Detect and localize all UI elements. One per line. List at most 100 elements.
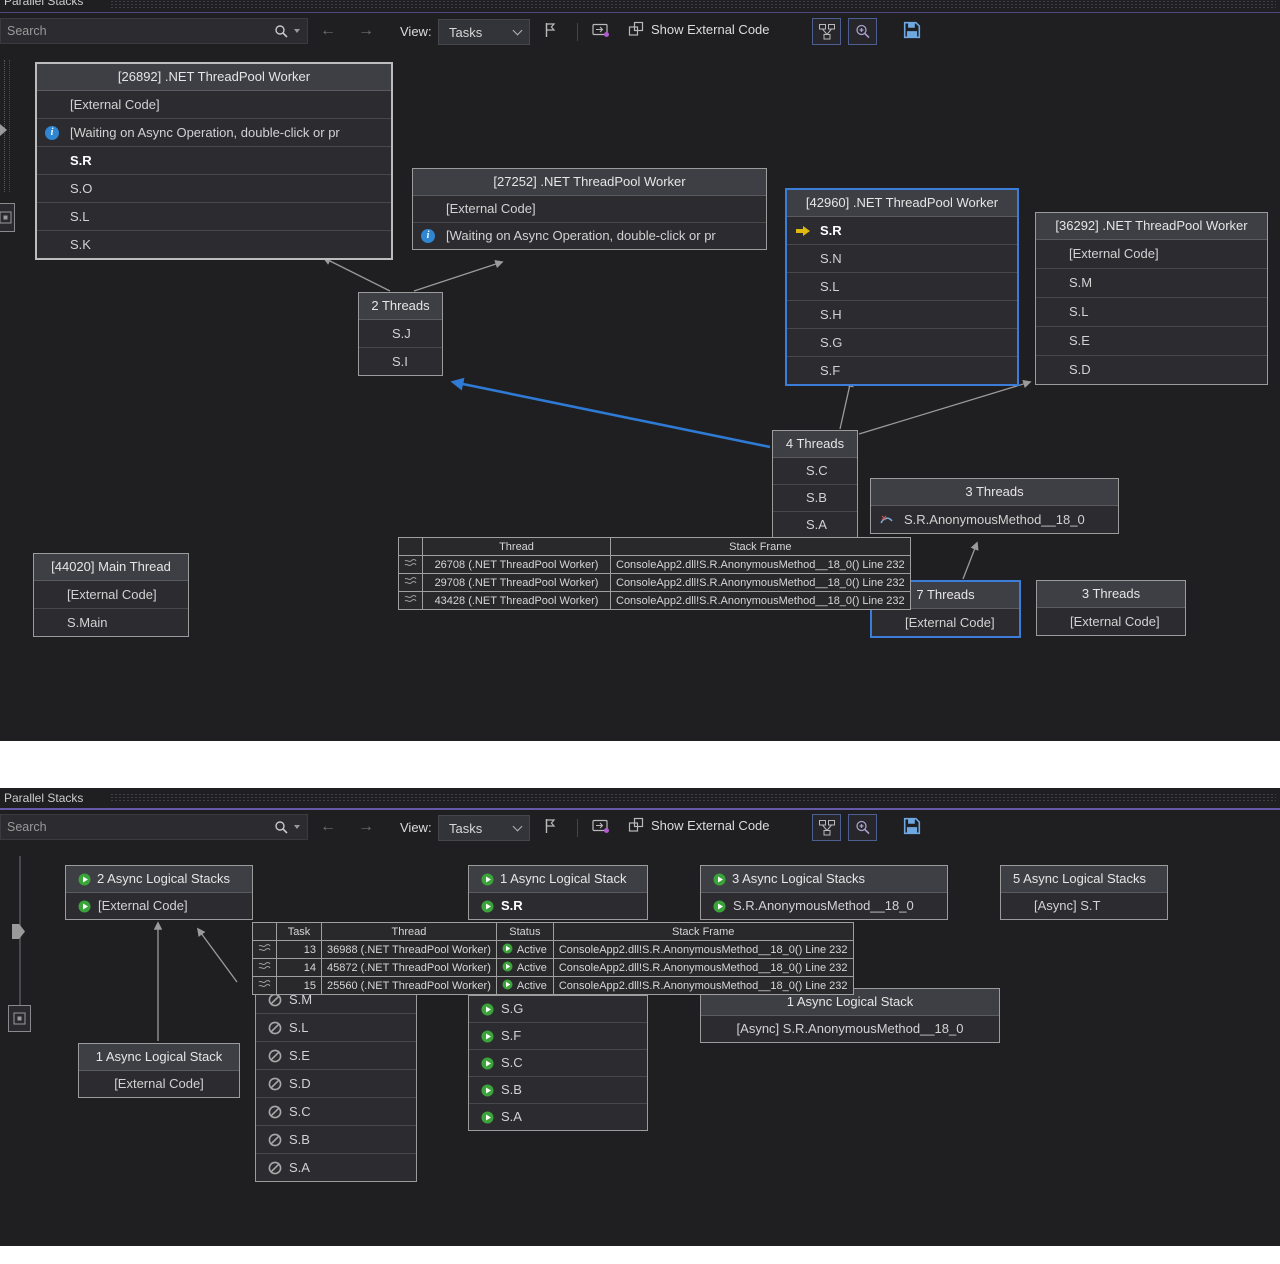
async-node-blocked-frames[interactable]: S.M S.L S.E S.D S.C S.B S.A bbox=[255, 985, 417, 1182]
thread-node-42960-selected[interactable]: [42960] .NET ThreadPool Worker S.R S.N S… bbox=[785, 188, 1019, 386]
node-header[interactable]: [42960] .NET ThreadPool Worker bbox=[787, 190, 1017, 217]
stack-frame-row[interactable]: S.E bbox=[256, 1042, 416, 1070]
back-button[interactable]: ← bbox=[320, 20, 336, 42]
stack-view-button[interactable] bbox=[592, 22, 610, 38]
node-header[interactable]: 4 Threads bbox=[773, 431, 857, 458]
forward-button[interactable]: → bbox=[358, 20, 374, 42]
stack-frame-row[interactable]: S.O bbox=[37, 175, 391, 203]
stack-frame-row[interactable]: [External Code] bbox=[34, 581, 188, 609]
stack-frame-row[interactable]: S.C bbox=[469, 1050, 647, 1077]
stack-frame-row[interactable]: S.B bbox=[773, 485, 857, 512]
stack-frame-row[interactable]: S.R bbox=[37, 147, 391, 175]
thread-node-27252[interactable]: [27252] .NET ThreadPool Worker [External… bbox=[412, 168, 767, 250]
node-header[interactable]: [26892] .NET ThreadPool Worker bbox=[37, 64, 391, 91]
save-button[interactable] bbox=[903, 21, 921, 39]
thread-group-node-4-threads[interactable]: 4 Threads S.C S.B S.A bbox=[772, 430, 858, 539]
thread-group-node-3-threads-ext[interactable]: 3 Threads [External Code] bbox=[1036, 580, 1186, 636]
stack-frame-row[interactable]: S.D bbox=[256, 1070, 416, 1098]
flag-button[interactable] bbox=[543, 818, 558, 834]
async-node-active-frames[interactable]: S.G S.F S.C S.B S.A bbox=[468, 995, 648, 1131]
stack-frame-row[interactable]: S.B bbox=[469, 1077, 647, 1104]
stack-frame-row[interactable]: S.R bbox=[469, 893, 647, 919]
show-external-code-toggle[interactable]: Show External Code bbox=[628, 817, 770, 833]
current-stack-frame-row[interactable]: S.R bbox=[787, 217, 1017, 245]
stack-frame-row[interactable]: [External Code] bbox=[66, 893, 252, 919]
birdseye-button[interactable] bbox=[8, 1005, 31, 1032]
stack-frame-row[interactable]: S.A bbox=[773, 512, 857, 538]
show-external-code-toggle[interactable]: Show External Code bbox=[628, 21, 770, 37]
stack-frame-row[interactable]: S.L bbox=[37, 203, 391, 231]
stack-view-button[interactable] bbox=[592, 818, 610, 834]
view-dropdown[interactable]: Tasks bbox=[438, 815, 530, 841]
methods-view-toggle[interactable] bbox=[812, 18, 841, 45]
stack-frame-row[interactable]: S.G bbox=[787, 329, 1017, 357]
stack-frame-row[interactable]: S.Main bbox=[34, 609, 188, 636]
stack-frame-row[interactable]: S.I bbox=[359, 348, 442, 375]
zoom-search-toggle[interactable] bbox=[848, 814, 877, 841]
search-icon[interactable] bbox=[274, 24, 288, 38]
search-input[interactable] bbox=[1, 24, 274, 38]
stack-frame-row[interactable]: S.H bbox=[787, 301, 1017, 329]
methods-view-toggle[interactable] bbox=[812, 814, 841, 841]
stack-frame-row[interactable]: S.A bbox=[256, 1154, 416, 1181]
node-header[interactable]: [36292] .NET ThreadPool Worker bbox=[1036, 213, 1267, 240]
zoom-slider-track[interactable] bbox=[19, 856, 21, 1024]
back-button[interactable]: ← bbox=[320, 816, 336, 838]
async-node-1-stack-anon[interactable]: 1 Async Logical Stack [Async] S.R.Anonym… bbox=[700, 988, 1000, 1043]
stack-frame-row[interactable]: S.D bbox=[1036, 356, 1267, 384]
stack-frame-row[interactable]: S.L bbox=[256, 1014, 416, 1042]
node-header[interactable]: 2 Threads bbox=[359, 293, 442, 320]
async-node-1-stack-sr[interactable]: 1 Async Logical Stack S.R bbox=[468, 865, 648, 920]
search-options-chevron-icon[interactable] bbox=[294, 825, 300, 829]
stack-frame-row[interactable]: S.G bbox=[469, 996, 647, 1023]
stack-frame-row[interactable]: [External Code] bbox=[1037, 608, 1185, 635]
node-header[interactable]: 3 Threads bbox=[1037, 581, 1185, 608]
stack-frame-row[interactable]: S.C bbox=[256, 1098, 416, 1126]
stack-frame-row[interactable]: S.C bbox=[773, 458, 857, 485]
async-node-2-stacks[interactable]: 2 Async Logical Stacks [External Code] bbox=[65, 865, 253, 920]
node-header[interactable]: 1 Async Logical Stack bbox=[469, 866, 647, 893]
stack-frame-row[interactable]: S.F bbox=[469, 1023, 647, 1050]
stack-frame-row[interactable]: i[Waiting on Async Operation, double-cli… bbox=[413, 223, 766, 249]
node-header[interactable]: 3 Async Logical Stacks bbox=[701, 866, 947, 893]
stack-frame-row[interactable]: S.K bbox=[37, 231, 391, 258]
stack-frame-row[interactable]: [External Code] bbox=[79, 1071, 239, 1097]
thread-node-26892[interactable]: [26892] .NET ThreadPool Worker [External… bbox=[35, 62, 393, 260]
stack-frame-row[interactable]: S.A bbox=[469, 1104, 647, 1130]
node-header[interactable]: 3 Threads bbox=[871, 479, 1118, 506]
search-input[interactable] bbox=[1, 820, 274, 834]
stack-frame-row[interactable]: S.L bbox=[787, 273, 1017, 301]
stack-frame-row[interactable]: [External Code] bbox=[872, 609, 1019, 636]
stack-frame-row[interactable]: S.E bbox=[1036, 327, 1267, 356]
stack-frame-row[interactable]: S.B bbox=[256, 1126, 416, 1154]
flag-button[interactable] bbox=[543, 22, 558, 38]
thread-node-main[interactable]: [44020] Main Thread [External Code] S.Ma… bbox=[33, 553, 189, 637]
stack-frame-row[interactable]: S.R.AnonymousMethod__18_0 bbox=[701, 893, 947, 919]
view-dropdown[interactable]: Tasks bbox=[438, 19, 530, 45]
node-header[interactable]: [44020] Main Thread bbox=[34, 554, 188, 581]
search-box[interactable] bbox=[0, 18, 308, 44]
zoom-slider-handle[interactable] bbox=[12, 924, 25, 939]
thread-group-node-2-threads[interactable]: 2 Threads S.J S.I bbox=[358, 292, 443, 376]
search-box[interactable] bbox=[0, 814, 308, 840]
node-header[interactable]: [27252] .NET ThreadPool Worker bbox=[413, 169, 766, 196]
thread-group-node-3-threads-anon[interactable]: 3 Threads S.R.AnonymousMethod__18_0 bbox=[870, 478, 1119, 534]
stack-frame-row[interactable]: S.L bbox=[1036, 298, 1267, 327]
node-header[interactable]: 2 Async Logical Stacks bbox=[66, 866, 252, 893]
stack-frame-row[interactable]: S.N bbox=[787, 245, 1017, 273]
forward-button[interactable]: → bbox=[358, 816, 374, 838]
stack-frame-row[interactable]: i[Waiting on Async Operation, double-cli… bbox=[37, 119, 391, 147]
stack-frame-row[interactable]: S.M bbox=[1036, 269, 1267, 298]
async-node-3-stacks[interactable]: 3 Async Logical Stacks S.R.AnonymousMeth… bbox=[700, 865, 948, 920]
async-node-5-stacks[interactable]: 5 Async Logical Stacks [Async] S.T bbox=[1000, 865, 1168, 920]
stack-frame-row[interactable]: S.R.AnonymousMethod__18_0 bbox=[871, 506, 1118, 533]
node-header[interactable]: 5 Async Logical Stacks bbox=[1001, 866, 1167, 893]
async-node-1-stack-ext[interactable]: 1 Async Logical Stack [External Code] bbox=[78, 1043, 240, 1098]
stack-frame-row[interactable]: [External Code] bbox=[1036, 240, 1267, 269]
node-header[interactable]: 1 Async Logical Stack bbox=[79, 1044, 239, 1071]
stack-frame-row[interactable]: S.J bbox=[359, 320, 442, 348]
stack-frame-row[interactable]: [Async] S.R.AnonymousMethod__18_0 bbox=[701, 1016, 999, 1042]
save-button[interactable] bbox=[903, 817, 921, 835]
search-icon[interactable] bbox=[274, 820, 288, 834]
stack-frame-row[interactable]: [External Code] bbox=[37, 91, 391, 119]
